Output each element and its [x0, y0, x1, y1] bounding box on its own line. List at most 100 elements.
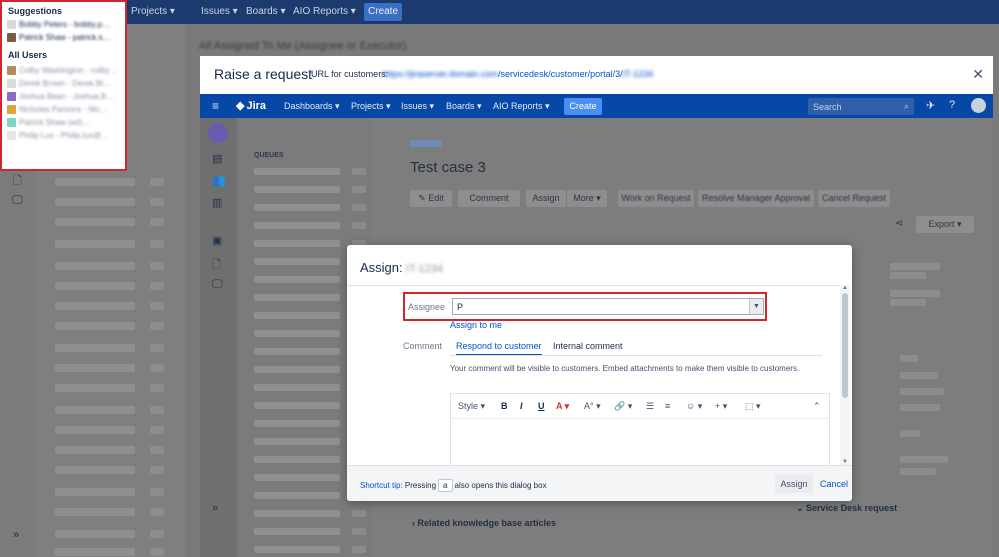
queue-row[interactable] — [254, 186, 340, 193]
queue-row[interactable] — [254, 204, 340, 211]
suggestion-item[interactable]: Patrick Shaw - patrick.s… — [2, 31, 125, 44]
related-articles-header[interactable]: › Related knowledge base articles — [412, 518, 556, 528]
bold-icon[interactable]: B — [501, 401, 508, 411]
queue-row[interactable] — [254, 546, 340, 553]
export-button[interactable]: Export ▾ — [916, 216, 974, 233]
nav-boards[interactable]: Boards ▾ — [446, 101, 482, 112]
queue-row[interactable] — [254, 420, 340, 427]
queue-row[interactable] — [254, 474, 340, 481]
tab-internal-comment[interactable]: Internal comment — [553, 341, 623, 351]
queue-row[interactable] — [254, 168, 340, 175]
queue-row[interactable] — [254, 492, 340, 499]
nav-aio-reports[interactable]: AIO Reports ▾ — [493, 101, 550, 112]
italic-icon[interactable]: I — [520, 401, 523, 411]
assign-button[interactable]: Assign — [526, 190, 566, 207]
queue-row[interactable] — [254, 222, 340, 229]
project-avatar-icon[interactable] — [208, 123, 228, 143]
emoji-icon[interactable]: ☺ ▾ — [686, 401, 702, 412]
more-formatting-icon[interactable]: A° ▾ — [584, 401, 601, 412]
reports-icon[interactable]: ▥ — [212, 196, 222, 209]
comment-button[interactable]: Comment — [458, 190, 520, 207]
dialog-scrollbar[interactable]: ▲ ▼ — [840, 285, 850, 465]
assign-issue-key: IT-1234 — [405, 263, 443, 275]
app-switcher-icon[interactable]: ≡ — [212, 99, 219, 113]
issue-key[interactable] — [410, 140, 442, 147]
notifications-icon[interactable]: ✈ — [926, 99, 935, 112]
queue-row[interactable] — [254, 384, 340, 391]
detail-placeholder — [900, 456, 948, 463]
assignee-input[interactable]: P ▼ — [452, 298, 764, 315]
service-desk-request-header[interactable]: ⌄ Service Desk request — [796, 503, 897, 514]
queues-icon[interactable]: ▤ — [212, 152, 222, 165]
queue-row[interactable] — [254, 456, 340, 463]
customer-url-link[interactable]: https://jiraserver.domain.com/servicedes… — [383, 69, 653, 79]
queue-row[interactable] — [254, 294, 340, 301]
edit-button[interactable]: ✎ Edit — [410, 190, 452, 207]
profile-avatar[interactable] — [971, 98, 986, 113]
underline-icon[interactable]: U — [538, 401, 545, 411]
search-input[interactable]: Search ⌕ — [808, 98, 914, 115]
jira-logo[interactable]: ◆ Jira — [236, 99, 266, 112]
editor-toolbar: Style ▾ B I U A ▾ A° ▾ 🔗 ▾ ☰ ≡ ☺ ▾ + ▾ ⬚… — [451, 394, 829, 418]
queue-row[interactable] — [254, 312, 340, 319]
resolve-approval-button[interactable]: Resolve Manager Approval — [698, 190, 814, 207]
queue-row[interactable] — [254, 348, 340, 355]
user-item[interactable]: Philip Lux - Philip.lux@… — [2, 129, 125, 142]
user-suggestions-dropdown[interactable]: Suggestions Bobby Peters - bobby.p… Patr… — [0, 0, 127, 171]
queue-row[interactable] — [254, 258, 340, 265]
queue-row[interactable] — [254, 510, 340, 517]
shortcut-key: a — [438, 479, 453, 492]
user-item[interactable]: Nicholas Parsons - Nic… — [2, 103, 125, 116]
channels-icon[interactable]: ▣ — [212, 234, 222, 247]
collapse-toolbar-icon[interactable]: ⌃ — [813, 401, 821, 412]
monitor-icon[interactable]: 🖵 — [212, 278, 223, 291]
style-dropdown[interactable]: Style ▾ — [458, 401, 485, 412]
scrollbar-thumb[interactable] — [842, 293, 848, 398]
nav-projects[interactable]: Projects ▾ — [351, 101, 391, 112]
queue-row[interactable] — [254, 330, 340, 337]
numbered-list-icon[interactable]: ≡ — [665, 401, 670, 411]
user-item[interactable]: Colby Washington - colby… — [2, 64, 125, 77]
text-color-icon[interactable]: A ▾ — [556, 401, 569, 412]
bg-queue-count — [150, 282, 164, 290]
insert-icon[interactable]: + ▾ — [715, 401, 727, 412]
queue-row[interactable] — [254, 438, 340, 445]
shortcut-tip-link[interactable]: Shortcut tip: — [360, 481, 403, 490]
url-label: URL for customers: — [311, 69, 389, 79]
cancel-request-button[interactable]: Cancel Request — [818, 190, 890, 207]
link-icon[interactable]: 🔗 ▾ — [614, 401, 632, 412]
share-icon[interactable]: ⋖ — [895, 218, 903, 229]
queue-row[interactable] — [254, 240, 340, 247]
bullet-list-icon[interactable]: ☰ — [646, 401, 654, 412]
queue-row[interactable] — [254, 276, 340, 283]
nav-dashboards[interactable]: Dashboards ▾ — [284, 101, 340, 112]
queue-count — [352, 168, 366, 175]
help-icon[interactable]: ? — [949, 99, 955, 111]
customers-icon[interactable]: 👥 — [212, 174, 226, 187]
detail-placeholder — [900, 430, 920, 437]
toolbar-divider — [451, 418, 829, 419]
suggestion-item[interactable]: Bobby Peters - bobby.p… — [2, 18, 125, 31]
macro-icon[interactable]: ⬚ ▾ — [745, 401, 761, 412]
nav-issues[interactable]: Issues ▾ — [401, 101, 434, 112]
work-on-request-button[interactable]: Work on Request — [618, 190, 694, 207]
assign-to-me-link[interactable]: Assign to me — [450, 320, 502, 330]
queue-row[interactable] — [254, 528, 340, 535]
jira-logo-text: Jira — [246, 100, 267, 112]
user-item[interactable]: Patrick Shaw (ed)… — [2, 116, 125, 129]
queue-row[interactable] — [254, 402, 340, 409]
assign-submit-button[interactable]: Assign — [775, 475, 813, 493]
scroll-up-icon[interactable]: ▲ — [842, 285, 848, 291]
user-item[interactable]: Derek Brown - Derek.Br… — [2, 77, 125, 90]
chevron-down-icon[interactable]: ▼ — [749, 299, 763, 314]
page-icon[interactable]: 🗋 — [212, 256, 221, 275]
close-icon[interactable]: ✕ — [972, 66, 984, 83]
queue-count — [352, 546, 366, 553]
cancel-link[interactable]: Cancel — [820, 479, 848, 489]
expand-sidebar-icon[interactable]: » — [212, 502, 218, 514]
queue-row[interactable] — [254, 366, 340, 373]
more-button[interactable]: More ▾ — [567, 190, 607, 207]
create-button[interactable]: Create — [564, 98, 602, 115]
user-item[interactable]: Joshua Bean - Joshua.B… — [2, 90, 125, 103]
tab-respond-to-customer[interactable]: Respond to customer — [456, 341, 542, 356]
